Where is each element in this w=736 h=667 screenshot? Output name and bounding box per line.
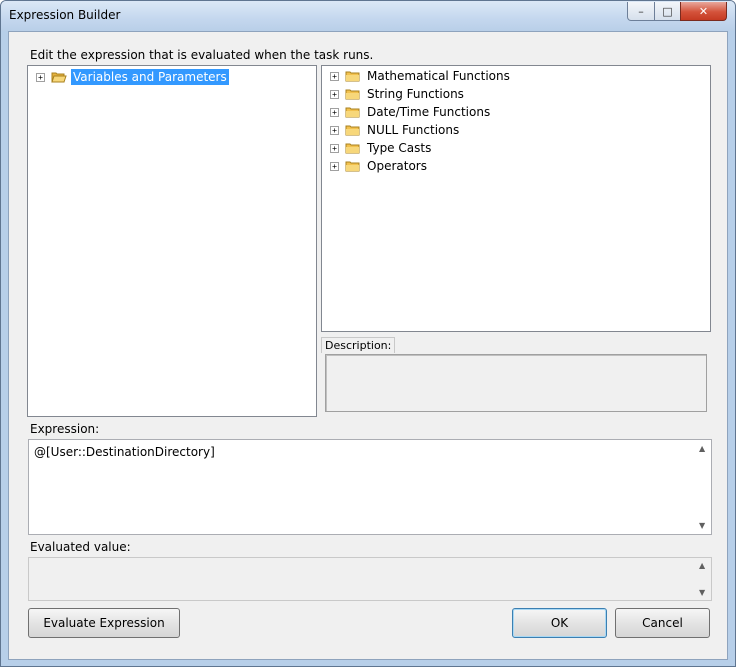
title-bar[interactable]: Expression Builder – □ ✕	[1, 1, 735, 31]
tree-item-date-time-functions[interactable]: + Date/Time Functions	[330, 103, 492, 121]
tree-item-type-casts[interactable]: + Type Casts	[330, 139, 433, 157]
window-title: Expression Builder	[9, 8, 121, 22]
folder-open-icon	[51, 71, 67, 83]
folder-icon	[345, 70, 360, 82]
tree-item-operators[interactable]: + Operators	[330, 157, 429, 175]
expression-textarea[interactable]: @[User::DestinationDirectory] ▲ ▼	[28, 439, 712, 535]
expression-label: Expression:	[30, 422, 100, 436]
folder-icon	[345, 142, 360, 154]
expression-builder-window: Expression Builder – □ ✕ Edit the expres…	[0, 0, 736, 667]
folder-icon	[345, 106, 360, 118]
expand-icon[interactable]: +	[36, 72, 45, 82]
tree-item-label: Mathematical Functions	[367, 69, 510, 83]
tree-item-string-functions[interactable]: + String Functions	[330, 85, 466, 103]
folder-icon	[345, 88, 360, 100]
ok-button[interactable]: OK	[512, 608, 607, 638]
description-label: Description:	[321, 337, 396, 353]
folder-icon	[345, 160, 360, 172]
folder-icon	[345, 124, 360, 136]
description-box	[325, 354, 707, 412]
evaluated-scrollbar[interactable]: ▲ ▼	[695, 558, 711, 600]
scroll-up-icon[interactable]: ▲	[699, 444, 705, 453]
tree-item-label: Variables and Parameters	[71, 69, 229, 85]
tree-item-mathematical-functions[interactable]: + Mathematical Functions	[330, 67, 512, 85]
close-icon: ✕	[698, 4, 709, 18]
expand-icon[interactable]: +	[330, 143, 339, 153]
scroll-down-icon[interactable]: ▼	[699, 588, 705, 597]
evaluated-value-label: Evaluated value:	[30, 540, 131, 554]
minimize-button[interactable]: –	[627, 2, 655, 21]
tree-item-label: Operators	[367, 159, 427, 173]
tree-item-label: NULL Functions	[367, 123, 460, 137]
tree-item-label: String Functions	[367, 87, 464, 101]
expand-icon[interactable]: +	[330, 125, 339, 135]
instructions-label: Edit the expression that is evaluated wh…	[30, 48, 374, 62]
evaluated-value-box: ▲ ▼	[28, 557, 712, 601]
tree-item-variables-and-parameters[interactable]: + Variables and Parameters	[36, 68, 229, 86]
maximize-button[interactable]: □	[654, 2, 681, 21]
tree-item-label: Type Casts	[367, 141, 432, 155]
functions-tree[interactable]: + Mathematical Functions + String Functi…	[321, 65, 711, 332]
expand-icon[interactable]: +	[330, 107, 339, 117]
expand-icon[interactable]: +	[330, 161, 339, 171]
expression-value: @[User::DestinationDirectory]	[34, 445, 215, 459]
expression-scrollbar[interactable]: ▲ ▼	[695, 440, 711, 534]
evaluate-expression-button[interactable]: Evaluate Expression	[28, 608, 180, 638]
variables-tree[interactable]: + Variables and Parameters	[27, 65, 317, 417]
dialog-body: Edit the expression that is evaluated wh…	[8, 31, 728, 660]
close-button[interactable]: ✕	[680, 2, 727, 21]
tree-item-label: Date/Time Functions	[367, 105, 491, 119]
minimize-icon: –	[638, 4, 644, 18]
scroll-down-icon[interactable]: ▼	[699, 521, 705, 530]
expand-icon[interactable]: +	[330, 71, 339, 81]
maximize-icon: □	[662, 4, 673, 18]
tree-item-null-functions[interactable]: + NULL Functions	[330, 121, 461, 139]
cancel-button[interactable]: Cancel	[615, 608, 710, 638]
expand-icon[interactable]: +	[330, 89, 339, 99]
scroll-up-icon[interactable]: ▲	[699, 561, 705, 570]
